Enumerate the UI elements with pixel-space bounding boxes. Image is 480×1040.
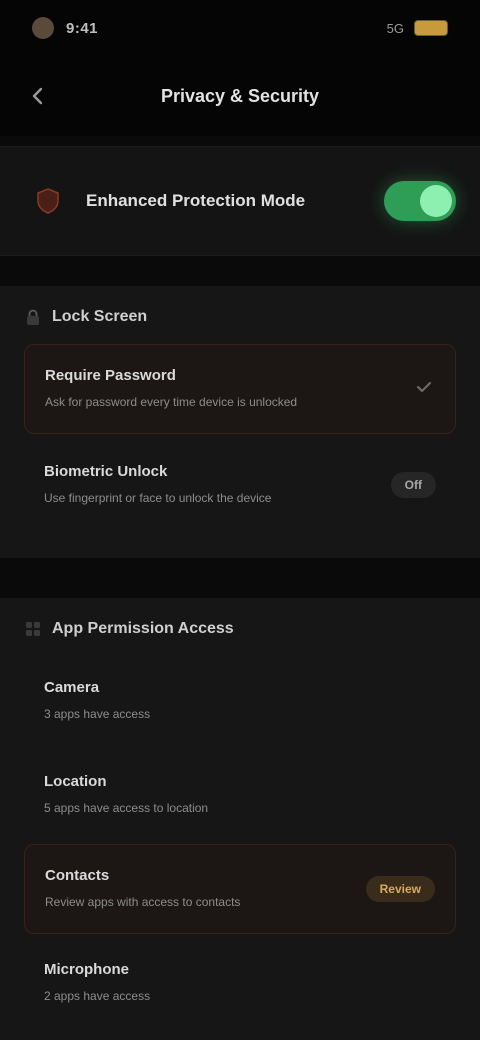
option-desc: Use fingerprint or face to unlock the de… bbox=[44, 490, 272, 505]
option-title: Biometric Unlock bbox=[44, 462, 168, 480]
status-right: 5G bbox=[387, 20, 448, 36]
page-title: Privacy & Security bbox=[160, 85, 320, 106]
profile-dot-icon bbox=[32, 17, 54, 39]
option-title: Location bbox=[44, 772, 107, 790]
apps-icon bbox=[26, 622, 40, 636]
back-button[interactable] bbox=[18, 76, 58, 116]
option-biometric-unlock[interactable]: Biometric Unlock Use fingerprint or face… bbox=[24, 440, 456, 530]
header: Privacy & Security bbox=[0, 56, 480, 136]
network-text: 5G bbox=[386, 20, 404, 36]
status-left: 9:41 bbox=[32, 17, 98, 39]
permission-camera[interactable]: Camera 3 apps have access bbox=[24, 656, 456, 746]
option-text: Contacts Review apps with access to cont… bbox=[45, 867, 366, 911]
option-require-password[interactable]: Require Password Ask for password every … bbox=[24, 344, 456, 434]
shield-icon bbox=[24, 177, 72, 225]
section-title: App Permission Access bbox=[52, 620, 234, 637]
protection-switch[interactable] bbox=[384, 181, 456, 221]
option-title: Require Password bbox=[45, 366, 176, 384]
review-badge: Review bbox=[365, 876, 435, 902]
option-desc: Review apps with access to contacts bbox=[45, 894, 241, 909]
battery-icon bbox=[414, 20, 448, 36]
section-header: Lock Screen bbox=[24, 308, 456, 326]
permission-microphone[interactable]: Microphone 2 apps have access bbox=[24, 938, 456, 1028]
option-text: Location 5 apps have access to location bbox=[44, 773, 436, 817]
status-bar: 9:41 5G bbox=[0, 0, 480, 56]
phone-screen: 9:41 5G Privacy & Security Enhanced Prot… bbox=[0, 0, 480, 1040]
option-desc: Ask for password every time device is un… bbox=[45, 394, 298, 409]
option-title: Microphone bbox=[44, 960, 129, 978]
option-desc: 2 apps have access bbox=[44, 988, 151, 1003]
option-text: Biometric Unlock Use fingerprint or face… bbox=[44, 463, 391, 507]
switch-knob bbox=[420, 185, 452, 217]
status-badge: Off bbox=[390, 472, 436, 498]
option-text: Camera 3 apps have access bbox=[44, 679, 436, 723]
permission-location[interactable]: Location 5 apps have access to location bbox=[24, 750, 456, 840]
protection-toggle-card[interactable]: Enhanced Protection Mode bbox=[0, 146, 480, 256]
chevron-left-icon bbox=[32, 87, 43, 105]
option-text: Microphone 2 apps have access bbox=[44, 961, 436, 1005]
option-text: Require Password Ask for password every … bbox=[45, 367, 413, 411]
option-title: Contacts bbox=[45, 866, 110, 884]
status-time: 9:41 bbox=[66, 19, 99, 37]
app-permissions-section: App Permission Access Camera 3 apps have… bbox=[0, 598, 480, 1040]
lock-screen-section: Lock Screen Require Password Ask for pas… bbox=[0, 286, 480, 558]
option-desc: 5 apps have access to location bbox=[44, 800, 209, 815]
section-title: Lock Screen bbox=[52, 308, 148, 325]
toggle-label: Enhanced Protection Mode bbox=[86, 191, 306, 210]
lock-icon bbox=[27, 309, 39, 325]
permission-contacts[interactable]: Contacts Review apps with access to cont… bbox=[24, 844, 456, 934]
section-header: App Permission Access bbox=[24, 620, 456, 638]
option-title: Camera bbox=[44, 678, 100, 696]
option-desc: 3 apps have access bbox=[44, 706, 151, 721]
check-icon bbox=[413, 376, 435, 403]
